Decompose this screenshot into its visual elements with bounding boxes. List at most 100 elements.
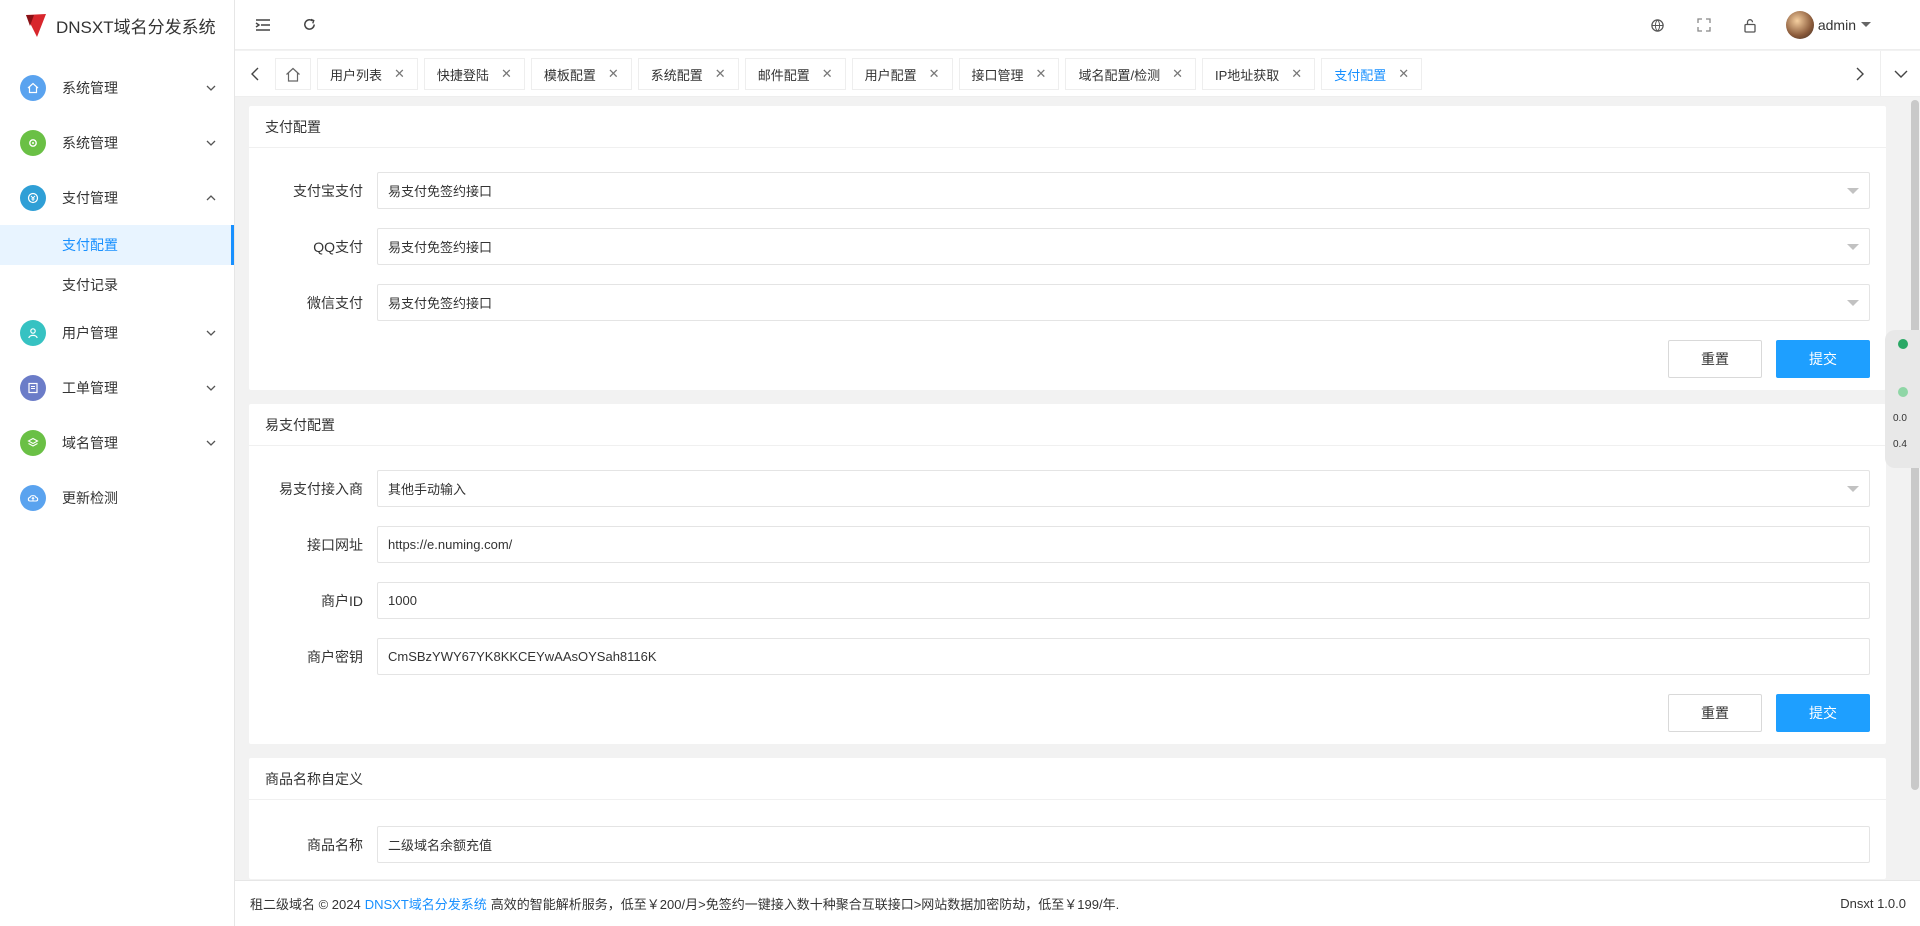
merchant-key-row: 商户密钥 CmSBzYWY67YK8KKCEYwAAsOYSah8116K [265, 638, 1870, 675]
caret-down-icon [1847, 299, 1859, 306]
field-label: 微信支付 [307, 294, 363, 311]
footer: 租二级域名 © 2024 DNSXT域名分发系统 高效的智能解析服务，低至￥20… [235, 880, 1920, 926]
tab-pay-config[interactable]: 支付配置 ✕ [1321, 58, 1423, 90]
card-title: 易支付配置 [249, 404, 1886, 446]
collapse-menu-icon[interactable] [253, 15, 273, 35]
caret-down-icon [1847, 243, 1859, 250]
logo-mark-icon [26, 14, 46, 37]
close-icon[interactable]: ✕ [822, 66, 833, 82]
logo[interactable]: DNSXT域名分发系统 [0, 0, 234, 50]
tab-label: 用户配置 [864, 67, 917, 83]
sidebar-subitem-pay-records[interactable]: 支付记录 [0, 265, 234, 305]
close-icon[interactable]: ✕ [1036, 66, 1047, 82]
epay-config-card: 易支付配置 易支付接入商 其他手动输入 接口网址 https://e.numin… [249, 404, 1886, 744]
form-actions: 重置 提交 [265, 694, 1870, 732]
sidebar-item-payment[interactable]: 支付管理 [0, 170, 234, 225]
reset-button[interactable]: 重置 [1668, 694, 1762, 732]
main-content: 支付配置 支付宝支付 易支付免签约接口 QQ支付 易支付免签约接口 微信支付 易… [235, 97, 1900, 880]
tab-label: 邮件配置 [757, 67, 810, 83]
tabs-menu-icon[interactable] [1880, 51, 1920, 97]
qqpay-select[interactable]: 易支付免签约接口 [377, 228, 1870, 265]
provider-select[interactable]: 其他手动输入 [377, 470, 1870, 507]
wechatpay-select[interactable]: 易支付免签约接口 [377, 284, 1870, 321]
tab-label: 域名配置/检测 [1078, 67, 1161, 83]
sidebar: DNSXT域名分发系统 系统管理 系统管理 支付管理 支付配置 支付记录 用户管… [0, 0, 235, 926]
reset-button[interactable]: 重置 [1668, 340, 1762, 378]
chevron-down-icon [206, 85, 216, 91]
tab-system-config[interactable]: 系统配置 ✕ [637, 58, 739, 90]
network-speed-widget[interactable]: 0.0 0.4 [1885, 330, 1920, 468]
tab-user-list[interactable]: 用户列表 ✕ [317, 58, 418, 90]
tab-home[interactable] [275, 58, 311, 90]
tabs-scroll-left-icon[interactable] [235, 51, 275, 97]
home-icon [20, 74, 46, 101]
lock-icon[interactable] [1740, 15, 1760, 35]
chevron-down-icon [206, 385, 216, 391]
footer-link[interactable]: DNSXT域名分发系统 [365, 894, 487, 913]
tab-bar: 用户列表 ✕ 快捷登陆 ✕ 模板配置 ✕ 系统配置 ✕ 邮件配置 ✕ 用户配置 ✕ 接口管理… [235, 51, 1920, 97]
close-icon[interactable]: ✕ [1398, 66, 1409, 82]
payment-icon [20, 184, 46, 211]
product-name-row: 商品名称 二级域名余额充值 [265, 826, 1870, 863]
alipay-row: 支付宝支付 易支付免签约接口 [265, 172, 1870, 209]
card-title: 商品名称自定义 [249, 758, 1886, 800]
chevron-down-icon [206, 330, 216, 336]
user-menu[interactable]: admin [1785, 11, 1872, 39]
sidebar-item-update-check[interactable]: 更新检测 [0, 470, 234, 525]
close-icon[interactable]: ✕ [715, 66, 726, 82]
gear-icon [20, 129, 46, 156]
tab-quick-login[interactable]: 快捷登陆 ✕ [423, 58, 525, 90]
tab-label: 快捷登陆 [436, 67, 489, 83]
caret-down-icon [1847, 485, 1859, 492]
alipay-select[interactable]: 易支付免签约接口 [377, 172, 1870, 209]
tab-mail-config[interactable]: 邮件配置 ✕ [744, 58, 846, 90]
field-label: 商户密钥 [307, 648, 363, 665]
close-icon[interactable]: ✕ [608, 66, 619, 82]
tab-ip-lookup[interactable]: IP地址获取 ✕ [1201, 58, 1316, 90]
select-value: 易支付免签约接口 [388, 240, 493, 255]
tab-template-config[interactable]: 模板配置 ✕ [530, 58, 632, 90]
sidebar-item-system-1[interactable]: 系统管理 [0, 60, 234, 115]
close-icon[interactable]: ✕ [501, 66, 512, 82]
sidebar-item-system-2[interactable]: 系统管理 [0, 115, 234, 170]
merchant-id-input[interactable]: 1000 [377, 582, 1870, 619]
download-speed: 0.4 [1893, 439, 1907, 450]
fullscreen-icon[interactable] [1694, 15, 1714, 35]
select-value: 易支付免签约接口 [388, 184, 493, 199]
merchant-key-input[interactable]: CmSBzYWY67YK8KKCEYwAAsOYSah8116K [377, 638, 1870, 675]
sidebar-item-tickets[interactable]: 工单管理 [0, 360, 234, 415]
tab-user-config[interactable]: 用户配置 ✕ [851, 58, 953, 90]
domain-icon [20, 429, 46, 456]
sidebar-item-users[interactable]: 用户管理 [0, 305, 234, 360]
tab-domain-config[interactable]: 域名配置/检测 ✕ [1065, 58, 1196, 90]
product-name-card: 商品名称自定义 商品名称 二级域名余额充值 [249, 758, 1886, 879]
refresh-icon[interactable] [299, 15, 319, 35]
product-name-input[interactable]: 二级域名余额充值 [377, 826, 1870, 863]
field-label: 商户ID [321, 592, 363, 609]
close-icon[interactable]: ✕ [929, 66, 940, 82]
close-icon[interactable]: ✕ [394, 66, 405, 82]
close-icon[interactable]: ✕ [1291, 66, 1302, 82]
theme-icon[interactable] [1648, 15, 1668, 35]
submit-button[interactable]: 提交 [1776, 694, 1870, 732]
sidebar-item-label: 系统管理 [62, 79, 118, 96]
footer-copyright: 租二级域名 © 2024 [250, 897, 361, 912]
sidebar-subitem-label: 支付配置 [62, 237, 118, 253]
qqpay-row: QQ支付 易支付免签约接口 [265, 228, 1870, 265]
sidebar-item-domains[interactable]: 域名管理 [0, 415, 234, 470]
user-icon [20, 319, 46, 346]
close-icon[interactable]: ✕ [1172, 66, 1183, 82]
status-dot-icon [1898, 387, 1908, 397]
tab-label: IP地址获取 [1214, 67, 1280, 83]
upload-speed: 0.0 [1893, 413, 1907, 424]
sidebar-item-label: 域名管理 [62, 434, 118, 451]
sidebar-subitem-pay-config[interactable]: 支付配置 [0, 225, 234, 265]
api-url-input[interactable]: https://e.numing.com/ [377, 526, 1870, 563]
tab-api-manage[interactable]: 接口管理 ✕ [958, 58, 1060, 90]
ticket-icon [20, 374, 46, 401]
submit-button[interactable]: 提交 [1776, 340, 1870, 378]
tabs-scroll-right-icon[interactable] [1840, 51, 1880, 97]
api-url-row: 接口网址 https://e.numing.com/ [265, 526, 1870, 563]
footer-version: Dnsxt 1.0.0 [1840, 896, 1906, 911]
sidebar-item-label: 工单管理 [62, 379, 118, 396]
